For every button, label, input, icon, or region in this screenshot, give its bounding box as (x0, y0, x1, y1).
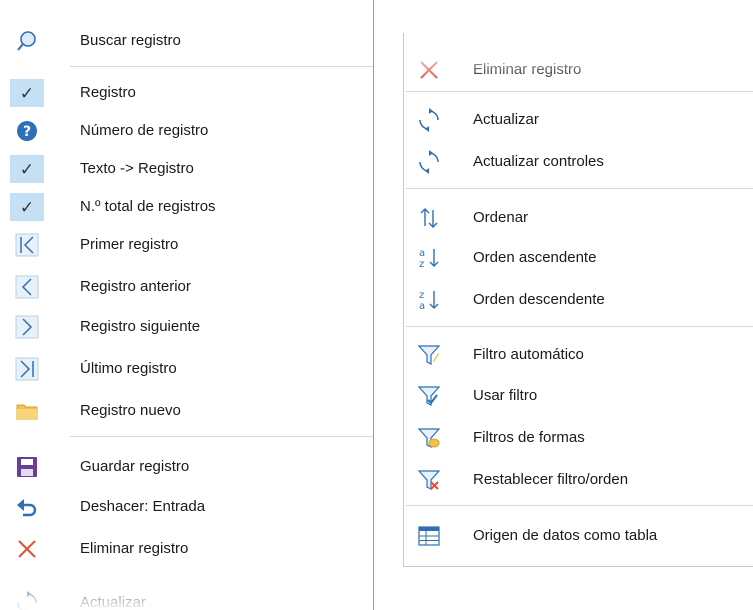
sort-descending-icon: za (416, 287, 442, 313)
menu-item-registro-siguiente[interactable]: Registro siguiente (0, 310, 373, 344)
menu-item-actualizar-controles[interactable]: Actualizar controles (404, 145, 753, 179)
menu-item-label: Ordenar (473, 209, 529, 226)
menu-item-texto-registro[interactable]: ✓ Texto -> Registro (0, 152, 373, 186)
form-filter-icon (416, 425, 442, 451)
menu-item-filtros-de-formas[interactable]: Filtros de formas (404, 421, 753, 455)
menu-item-primer-registro[interactable]: Primer registro (0, 228, 373, 262)
menu-item-label: Registro (80, 84, 136, 101)
menu-item-label: Restablecer filtro/orden (473, 471, 629, 488)
menu-item-actualizar[interactable]: Actualizar (0, 586, 373, 610)
separator (406, 326, 753, 327)
menu-item-buscar-registro[interactable]: Buscar registro (0, 24, 373, 58)
menu-item-label: Usar filtro (473, 387, 538, 404)
undo-icon (14, 494, 40, 520)
separator (406, 188, 753, 189)
separator (70, 66, 373, 67)
apply-filter-icon (416, 383, 442, 409)
menu-item-orden-descendente[interactable]: za Orden descendente (404, 283, 753, 317)
search-icon (14, 28, 40, 54)
svg-text:z: z (419, 290, 424, 301)
menu-item-label: Registro anterior (80, 278, 191, 295)
refresh-icon (14, 590, 40, 610)
menu-item-guardar-registro[interactable]: Guardar registro (0, 450, 373, 484)
menu-item-eliminar-registro[interactable]: Eliminar registro (0, 532, 373, 566)
separator (406, 505, 753, 506)
delete-icon (14, 536, 40, 562)
menu-item-filtro-automatico[interactable]: Filtro automático (404, 338, 753, 372)
first-record-icon (14, 232, 40, 258)
datasource-table-icon (416, 523, 442, 549)
refresh-controls-icon (416, 149, 442, 175)
menu-item-label: Actualizar (473, 111, 539, 128)
autofilter-icon (416, 342, 442, 368)
menu-item-label: Registro nuevo (80, 402, 181, 419)
folder-icon (14, 398, 40, 424)
sort-icon (416, 205, 442, 231)
menu-item-registro[interactable]: ✓ Registro (0, 76, 373, 110)
menu-item-label: Deshacer: Entrada (80, 498, 206, 515)
menu-item-label: Actualizar (80, 594, 146, 610)
menu-item-deshacer-entrada[interactable]: Deshacer: Entrada (0, 490, 373, 524)
menu-item-origen-de-datos[interactable]: Origen de datos como tabla (404, 519, 753, 553)
menu-item-label: Registro siguiente (80, 318, 201, 335)
separator (406, 91, 753, 92)
menu-item-actualizar[interactable]: Actualizar (404, 103, 753, 137)
checkmark-icon: ✓ (10, 79, 44, 107)
menu-item-label: Texto -> Registro (80, 160, 194, 177)
next-record-icon (14, 314, 40, 340)
menu-item-label: Eliminar registro (473, 61, 582, 78)
svg-text:a: a (419, 301, 425, 312)
menu-item-registro-nuevo[interactable]: Registro nuevo (0, 394, 373, 428)
menu-item-usar-filtro[interactable]: Usar filtro (404, 379, 753, 413)
svg-text:?: ? (23, 124, 31, 140)
menu-item-label: Guardar registro (80, 458, 190, 475)
menu-item-restablecer-filtro[interactable]: Restablecer filtro/orden (404, 463, 753, 497)
previous-record-icon (14, 274, 40, 300)
menu-item-ordenar[interactable]: Ordenar (404, 201, 753, 235)
menu-item-orden-ascendente[interactable]: az Orden ascendente (404, 241, 753, 275)
menu-item-label: Número de registro (80, 122, 209, 139)
menu-item-label: Orden descendente (473, 291, 605, 308)
menu-item-label: Origen de datos como tabla (473, 527, 658, 544)
separator (70, 436, 373, 437)
menu-item-label: Último registro (80, 360, 177, 377)
last-record-icon (14, 356, 40, 382)
reset-filter-icon (416, 467, 442, 493)
delete-icon (416, 57, 442, 83)
menu-item-total-de-registros[interactable]: ✓ N.º total de registros (0, 190, 373, 224)
help-circle-icon: ? (14, 118, 40, 144)
menu-item-label: Filtro automático (473, 346, 584, 363)
refresh-icon (416, 107, 442, 133)
checkmark-icon: ✓ (10, 193, 44, 221)
menu-item-label: Orden ascendente (473, 249, 597, 266)
menu-item-label: Actualizar controles (473, 153, 604, 170)
menu-item-eliminar-registro[interactable]: Eliminar registro (404, 53, 753, 87)
sort-ascending-icon: az (416, 245, 442, 271)
menu-item-ultimo-registro[interactable]: Último registro (0, 352, 373, 386)
menu-item-numero-de-registro[interactable]: ? Número de registro (0, 114, 373, 148)
menu-item-label: Filtros de formas (473, 429, 585, 446)
menu-item-label: N.º total de registros (80, 198, 216, 215)
menu-item-registro-anterior[interactable]: Registro anterior (0, 270, 373, 304)
menu-item-label: Buscar registro (80, 32, 181, 49)
save-icon (14, 454, 40, 480)
svg-text:a: a (419, 248, 425, 259)
context-menu-left: Buscar registro ✓ Registro ? Número de r… (0, 0, 374, 610)
checkmark-icon: ✓ (10, 155, 44, 183)
svg-text:z: z (419, 259, 424, 270)
menu-item-label: Eliminar registro (80, 540, 189, 557)
menu-item-label: Primer registro (80, 236, 179, 253)
context-menu-right: Eliminar registro Actualizar Actualizar … (403, 33, 753, 567)
